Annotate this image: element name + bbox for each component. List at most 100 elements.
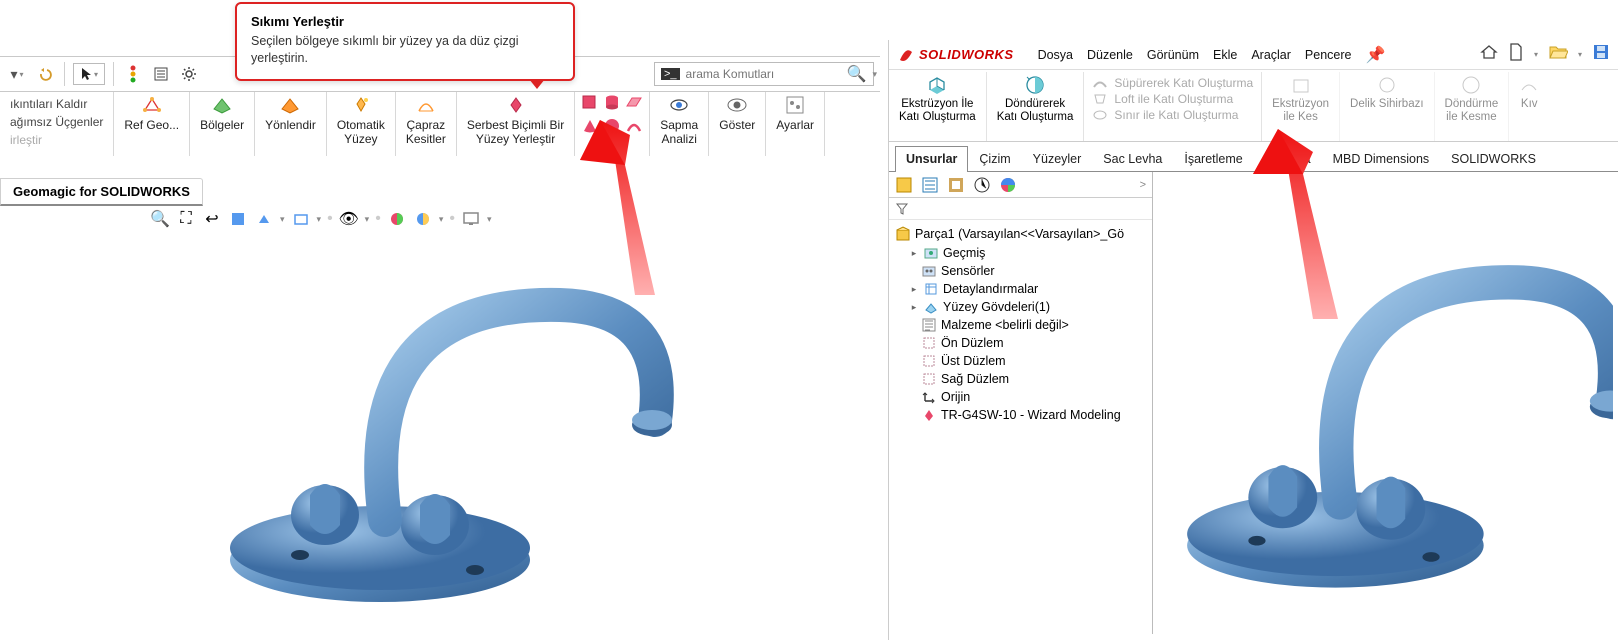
tab-isaretleme[interactable]: İşaretleme — [1173, 146, 1253, 172]
tree-tab-icons: > — [889, 172, 1152, 198]
fit-sphere-icon[interactable] — [603, 117, 621, 135]
menu-gorunum[interactable]: Görünüm — [1147, 48, 1199, 62]
tree-root[interactable]: Parça1 (Varsayılan<<Varsayılan>_Gö — [891, 224, 1148, 244]
tab-solidworks[interactable]: SOLIDWORKS — [1440, 146, 1547, 172]
zoom-fit-icon[interactable]: 🔍 — [150, 209, 170, 229]
extrude-cut-disabled: Ekstrüzyonile Kes — [1262, 72, 1340, 141]
dimxpert-tab-icon[interactable] — [973, 176, 991, 194]
extrude-boss-button[interactable]: Ekstrüzyon İleKatı Oluşturma — [889, 72, 987, 141]
label: Kesitler — [406, 132, 446, 146]
ribbon: ıkıntıları Kaldır ağımsız Üçgenler irleş… — [0, 92, 880, 164]
feature-tree-tab-icon[interactable] — [895, 176, 913, 194]
expand-icon[interactable]: > — [1140, 179, 1146, 191]
goster-button[interactable]: Göster — [709, 92, 766, 156]
search-icon[interactable]: 🔍 — [847, 64, 867, 84]
menu-araclar[interactable]: Araçlar — [1251, 48, 1291, 62]
label: Ayarlar — [776, 118, 814, 132]
tree-item[interactable]: Malzeme <belirli değil> — [891, 316, 1148, 334]
tree-item[interactable]: ▸Detaylandırmalar — [891, 280, 1148, 298]
tab-yuzeyler[interactable]: Yüzeyler — [1022, 146, 1093, 172]
pin-icon[interactable]: 📌 — [1365, 45, 1385, 65]
config-tab-icon[interactable] — [947, 176, 965, 194]
ribbon-textgroup: ıkıntıları Kaldır ağımsız Üçgenler irleş… — [0, 92, 114, 156]
otomatik-yuzey-button[interactable]: OtomatikYüzey — [327, 92, 396, 156]
brand-text: SOLIDWORKS — [919, 47, 1014, 62]
prompt-icon: >_ — [661, 68, 680, 80]
gear-icon[interactable] — [178, 63, 200, 85]
tree-item[interactable]: ▸Geçmiş — [891, 244, 1148, 262]
yonlendir-button[interactable]: Yönlendir — [255, 92, 327, 156]
fit-plane-icon[interactable] — [625, 94, 643, 112]
tooltip: Sıkımı Yerleştir Seçilen bölgeye sıkımlı… — [235, 2, 575, 81]
loft-boss-disabled: Loft ile Katı Oluşturma — [1092, 92, 1253, 106]
tree-item[interactable]: ▸Yüzey Gövdeleri(1) — [891, 298, 1148, 316]
feature-tree[interactable]: Parça1 (Varsayılan<<Varsayılan>_Gö ▸Geçm… — [889, 220, 1152, 634]
tree-item[interactable]: Orijin — [891, 388, 1148, 406]
new-icon[interactable] — [1508, 43, 1524, 66]
tree-item[interactable]: Sağ Düzlem — [891, 370, 1148, 388]
fit-cone-icon[interactable] — [581, 117, 599, 135]
dropdown-button[interactable]: ▾ — [6, 63, 28, 85]
filter-icon[interactable] — [895, 202, 909, 216]
boundary-boss-disabled: Sınır ile Katı Oluşturma — [1092, 108, 1253, 122]
home-icon[interactable] — [1480, 44, 1498, 65]
text-line-disabled: irleştir — [10, 132, 42, 148]
ayarlar-button[interactable]: Ayarlar — [766, 92, 825, 156]
menu-ekle[interactable]: Ekle — [1213, 48, 1237, 62]
traffic-light-icon[interactable] — [122, 63, 144, 85]
sapma-analizi-button[interactable]: SapmaAnalizi — [650, 92, 709, 156]
command-manager-tabs: Unsurlar Çizim Yüzeyler Sac Levha İşaret… — [889, 142, 1618, 172]
label: Sapma — [660, 118, 698, 132]
tree-item[interactable]: Sensörler — [891, 262, 1148, 280]
tab-geomagic[interactable]: Geomagic for SOLIDWORKS — [0, 178, 203, 206]
sw-ribbon: Ekstrüzyon İleKatı Oluşturma DöndürerekK… — [889, 70, 1618, 142]
appearance-tab-icon[interactable] — [999, 176, 1017, 194]
graphics-viewport-right[interactable] — [1153, 172, 1618, 634]
save-icon[interactable] — [1592, 43, 1610, 66]
boss-list: Süpürerek Katı Oluşturma Loft ile Katı O… — [1084, 72, 1262, 141]
label: Katı Oluşturma — [997, 111, 1074, 123]
label: Göster — [719, 118, 755, 132]
magnet-icon[interactable] — [603, 140, 621, 158]
tree-item[interactable]: TR-G4SW-10 - Wizard Modeling — [891, 406, 1148, 424]
bolgeler-button[interactable]: Bölgeler — [190, 92, 255, 156]
capraz-kesitler-button[interactable]: ÇaprazKesitler — [396, 92, 457, 156]
search-box[interactable]: >_ 🔍▾ — [654, 62, 874, 86]
tree-item[interactable]: Üst Düzlem — [891, 352, 1148, 370]
fit-tools-group — [575, 92, 650, 156]
menu-duzenle[interactable]: Düzenle — [1087, 48, 1133, 62]
tree-root-label: Parça1 (Varsayılan<<Varsayılan>_Gö — [915, 227, 1124, 241]
search-input[interactable] — [686, 67, 841, 81]
tab-cizim[interactable]: Çizim — [968, 146, 1021, 172]
menu-bar: SOLIDWORKS Dosya Düzenle Görünüm Ekle Ar… — [889, 40, 1618, 70]
fit-cylinder-icon[interactable] — [603, 94, 621, 112]
tab-unsurlar[interactable]: Unsurlar — [895, 146, 968, 172]
label: Serbest Biçimli Bir — [467, 118, 564, 132]
undo-icon[interactable] — [34, 63, 56, 85]
ds-logo-icon — [897, 46, 915, 64]
property-tab-icon[interactable] — [921, 176, 939, 194]
menu-dosya[interactable]: Dosya — [1038, 48, 1073, 62]
label: Çapraz — [406, 118, 445, 132]
tree-item[interactable]: Ön Düzlem — [891, 334, 1148, 352]
fit-curve-icon[interactable] — [625, 117, 643, 135]
fit-cube-icon[interactable] — [581, 94, 599, 112]
menu-pencere[interactable]: Pencere — [1305, 48, 1352, 62]
tab-mbd[interactable]: MBD Dimensions — [1322, 146, 1441, 172]
faucet-model — [1163, 182, 1613, 622]
open-icon[interactable] — [1548, 44, 1568, 65]
revolve-boss-button[interactable]: DöndürerekKatı Oluşturma — [987, 72, 1085, 141]
text-line[interactable]: ağımsız Üçgenler — [10, 114, 103, 130]
ref-geo-button[interactable]: Ref Geo... — [114, 92, 190, 156]
hole-wizard-disabled: Delik Sihirbazı — [1340, 72, 1435, 141]
text-line[interactable]: ıkıntıları Kaldır — [10, 96, 87, 112]
tab-saclevha[interactable]: Sac Levha — [1092, 146, 1173, 172]
list-icon[interactable] — [150, 63, 172, 85]
cursor-icon[interactable] — [73, 63, 105, 85]
revolve-cut-disabled: Döndürmeile Kesme — [1435, 72, 1510, 141]
label: Ekstrüzyon İle — [901, 98, 973, 110]
tab-hesapla[interactable]: Hesapla — [1254, 146, 1322, 172]
label: Bölgeler — [200, 118, 244, 132]
serbest-bicimli-button[interactable]: Serbest Biçimli BirYüzey Yerleştir — [457, 92, 575, 156]
graphics-viewport-left[interactable] — [180, 220, 730, 620]
